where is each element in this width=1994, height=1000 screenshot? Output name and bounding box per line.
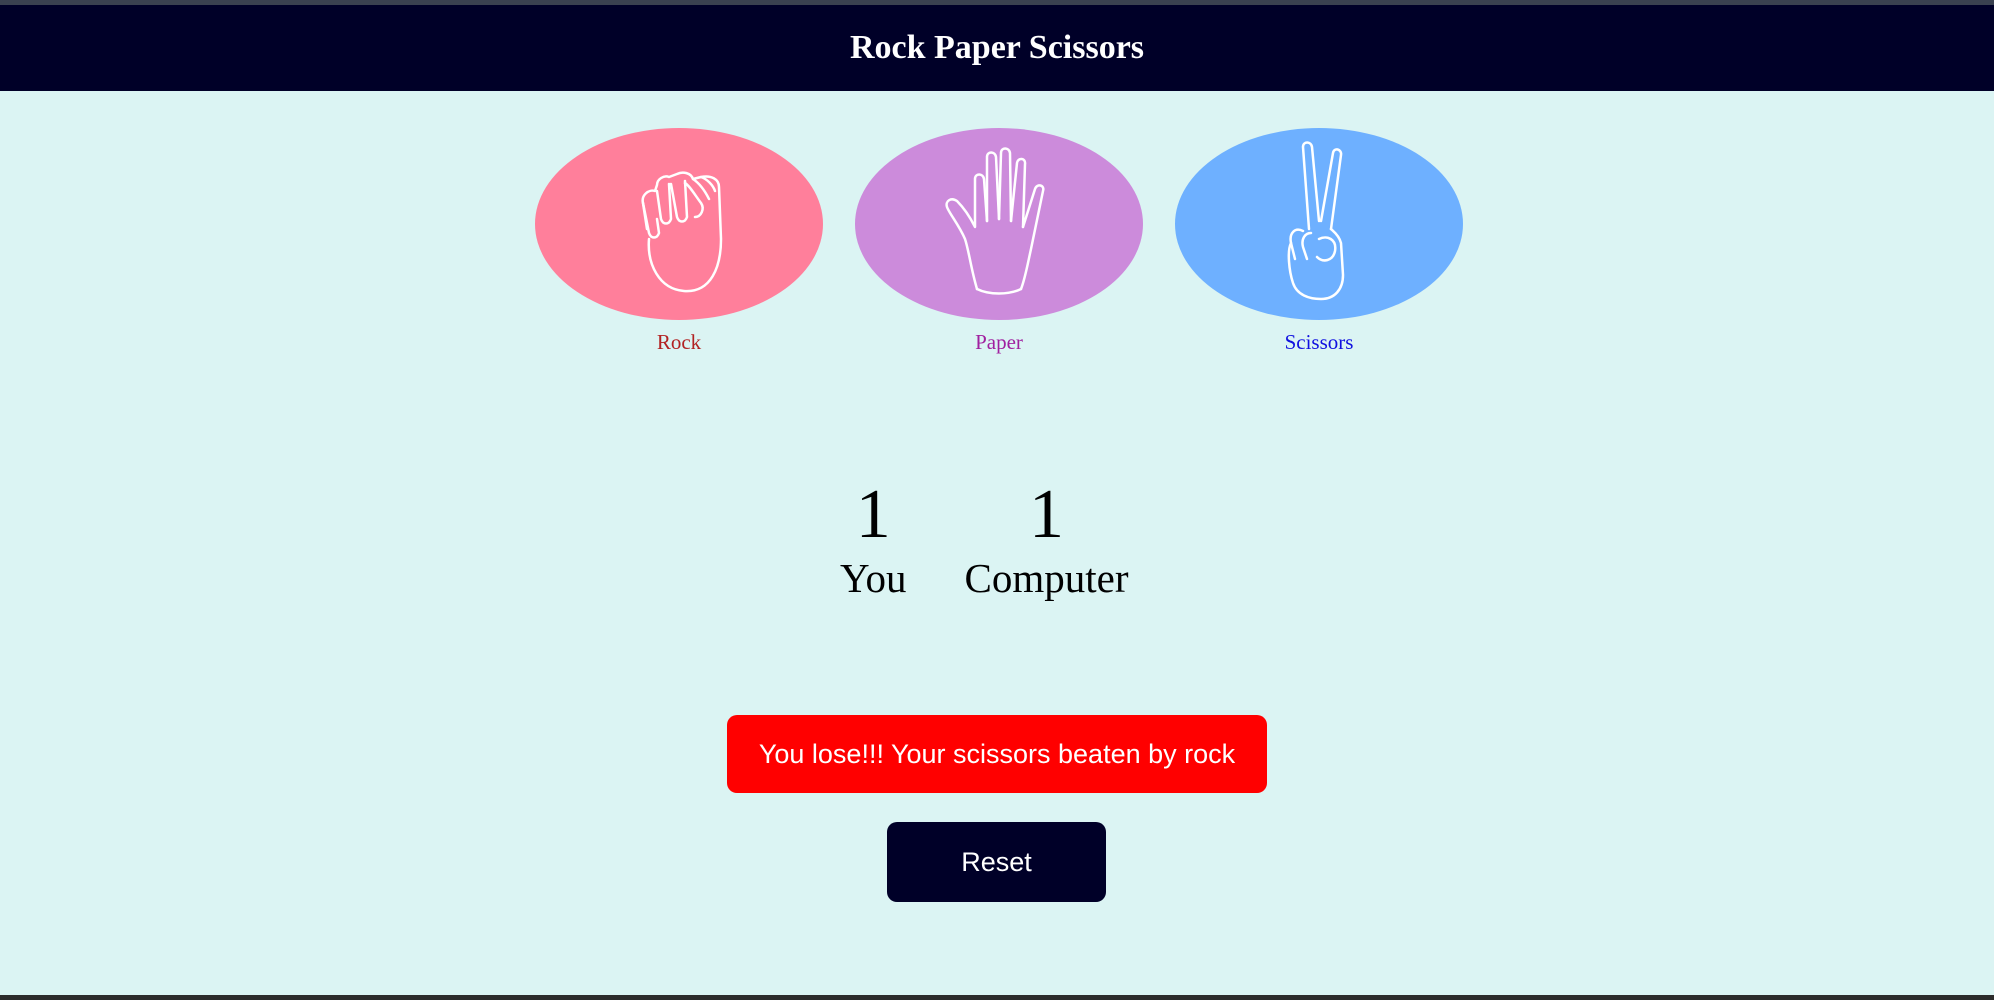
rock-choice[interactable]: Rock [534,128,824,355]
scissors-choice[interactable]: Scissors [1174,128,1464,355]
result-message: You lose!!! Your scissors beaten by rock [727,715,1267,793]
player-score: 1 You [840,478,907,604]
choices-row: Rock Paper Scissors [534,128,1464,355]
paper-button[interactable] [855,128,1143,320]
player-score-value: 1 [855,476,891,553]
scoreboard: 1 You 1 Computer [840,478,1129,604]
reset-button[interactable]: Reset [887,822,1106,902]
paper-label[interactable]: Paper [975,330,1023,355]
open-hand-icon [945,147,1045,295]
rock-label[interactable]: Rock [657,330,701,355]
app-header: Rock Paper Scissors [0,5,1994,91]
player-score-label: You [840,555,907,601]
rock-button[interactable] [535,128,823,320]
taskbar-edge [0,995,1994,1000]
computer-score-label: Computer [964,555,1129,601]
fist-icon [641,171,723,293]
peace-hand-icon [1287,141,1345,301]
page-title: Rock Paper Scissors [849,29,1145,66]
paper-choice[interactable]: Paper [854,128,1144,355]
scissors-button[interactable] [1175,128,1463,320]
computer-score-value: 1 [1029,476,1064,553]
computer-score: 1 Computer [965,478,1129,604]
scissors-label[interactable]: Scissors [1285,330,1354,355]
